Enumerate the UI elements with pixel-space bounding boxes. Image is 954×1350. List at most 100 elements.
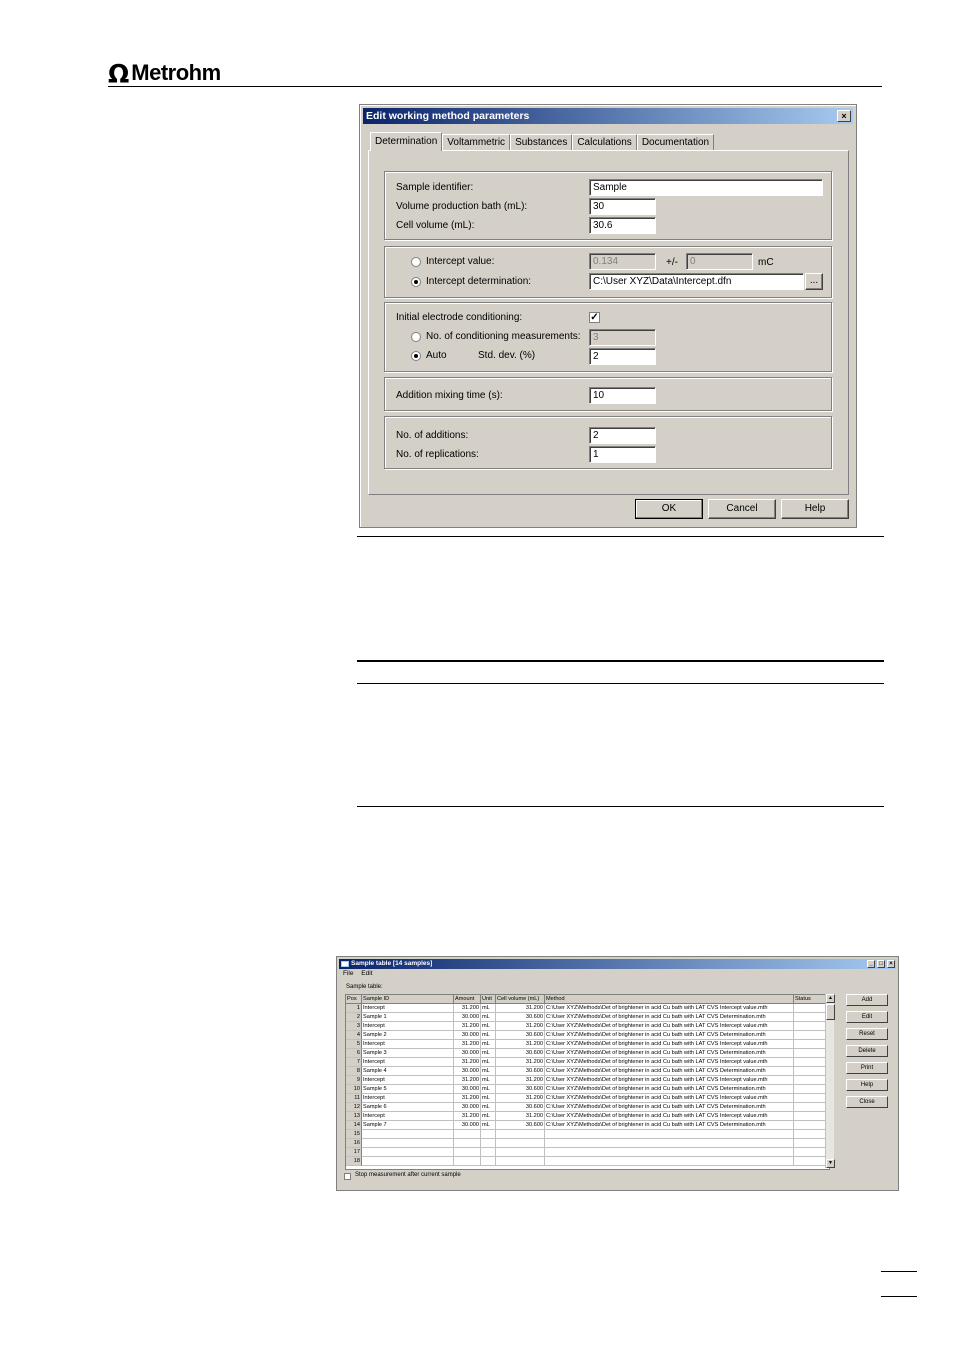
std-dev-input[interactable]: 2 <box>589 348 656 365</box>
no-conditioning-input[interactable]: 3 <box>589 329 656 346</box>
table-row[interactable]: 12 Sample 6 30.000 mL 30.600 C:\User XYZ\Meth… <box>346 1103 829 1112</box>
intercept-value-radio[interactable] <box>411 257 421 267</box>
minimize-icon[interactable]: _ <box>867 960 875 968</box>
tab-substances[interactable]: Substances <box>510 134 573 151</box>
table-header-row[interactable]: Pos Sample ID Amount Unit Cell volume (mL) Me… <box>346 995 829 1004</box>
table-row[interactable]: 10 Sample 5 30.000 mL 30.600 C:\User XYZ\Meth… <box>346 1085 829 1094</box>
no-replications-input[interactable]: 1 <box>589 446 656 463</box>
scroll-thumb[interactable] <box>826 1004 835 1020</box>
volume-bath-input[interactable]: 30 <box>589 198 656 215</box>
close-icon[interactable]: × <box>887 960 895 968</box>
cell-unit: mL <box>481 1013 496 1022</box>
close-icon[interactable]: × <box>837 110 851 122</box>
cell-sample-id: Sample 6 <box>362 1103 454 1112</box>
table-row[interactable]: 17 <box>346 1148 829 1157</box>
table-row[interactable]: 15 <box>346 1130 829 1139</box>
table-row[interactable]: 16 <box>346 1139 829 1148</box>
cell-pos: 5 <box>346 1040 362 1049</box>
print-button[interactable]: Print <box>846 1062 888 1074</box>
cell-amount: 30.000 <box>454 1121 481 1130</box>
column-header-status[interactable]: Status <box>794 995 829 1004</box>
table-row[interactable]: 7 Intercept 31.200 mL 31.200 C:\User XYZ\Meth… <box>346 1058 829 1067</box>
intercept-determination-radio[interactable] <box>411 277 421 287</box>
table-row[interactable]: 18 <box>346 1157 829 1166</box>
cell-amount <box>454 1157 481 1166</box>
rule-2 <box>357 660 884 662</box>
cell-unit: mL <box>481 1094 496 1103</box>
table-row[interactable]: 13 Intercept 31.200 mL 31.200 C:\User XYZ\Met… <box>346 1112 829 1121</box>
column-header-pos[interactable]: Pos <box>346 995 362 1004</box>
column-header-amount[interactable]: Amount <box>454 995 481 1004</box>
cell-unit <box>481 1148 496 1157</box>
column-header-sample-id[interactable]: Sample ID <box>362 995 454 1004</box>
no-conditioning-radio[interactable] <box>411 332 421 342</box>
addition-mixing-input[interactable]: 10 <box>589 387 656 404</box>
vertical-scrollbar[interactable]: ▲ ▼ <box>825 994 835 1168</box>
cell-pos: 1 <box>346 1004 362 1013</box>
tab-calculations[interactable]: Calculations <box>572 134 637 151</box>
browse-button[interactable]: ... <box>805 273 823 290</box>
column-header-cell-volume[interactable]: Cell volume (mL) <box>496 995 545 1004</box>
cell-status <box>794 1049 829 1058</box>
reset-button[interactable]: Reset <box>846 1028 888 1040</box>
table-help-button[interactable]: Help <box>846 1079 888 1091</box>
tab-determination[interactable]: Determination <box>370 132 443 151</box>
column-header-method[interactable]: Method <box>545 995 794 1004</box>
table-row[interactable]: 5 Intercept 31.200 mL 31.200 C:\User XYZ\Meth… <box>346 1040 829 1049</box>
table-row[interactable]: 8 Sample 4 30.000 mL 30.600 C:\User XYZ\Metho… <box>346 1067 829 1076</box>
scroll-down-icon[interactable]: ▼ <box>826 1159 835 1168</box>
table-row[interactable]: 9 Intercept 31.200 mL 31.200 C:\User XYZ\Meth… <box>346 1076 829 1085</box>
cell-status <box>794 1085 829 1094</box>
scroll-up-icon[interactable]: ▲ <box>826 994 835 1003</box>
delete-button[interactable]: Delete <box>846 1045 888 1057</box>
maximize-icon[interactable]: □ <box>877 960 885 968</box>
table-row[interactable]: 1 Intercept 31.200 mL 31.200 C:\User XYZ\Meth… <box>346 1004 829 1013</box>
sample-identifier-input[interactable]: Sample <box>589 179 823 196</box>
stop-measurement-checkbox[interactable] <box>344 1173 351 1180</box>
tab-voltammetric[interactable]: Voltammetric <box>442 134 511 151</box>
mc-unit-label: mC <box>758 257 774 268</box>
auto-radio[interactable] <box>411 351 421 361</box>
add-button[interactable]: Add <box>846 994 888 1006</box>
cell-cell-volume: 30.600 <box>496 1103 545 1112</box>
volume-bath-label: Volume production bath (mL): <box>396 201 528 212</box>
edit-button[interactable]: Edit <box>846 1011 888 1023</box>
table-row[interactable]: 2 Sample 1 30.000 mL 30.600 C:\User XYZ\Metho… <box>346 1013 829 1022</box>
cell-amount: 31.200 <box>454 1112 481 1121</box>
ok-button[interactable]: OK <box>635 499 703 519</box>
cancel-button[interactable]: Cancel <box>708 499 776 519</box>
cell-sample-id: Sample 2 <box>362 1031 454 1040</box>
cell-cell-volume: 30.600 <box>496 1013 545 1022</box>
table-row[interactable]: 3 Intercept 31.200 mL 31.200 C:\User XYZ\Meth… <box>346 1022 829 1031</box>
std-dev-label: Std. dev. (%) <box>478 350 536 361</box>
tab-documentation[interactable]: Documentation <box>636 134 715 151</box>
help-button[interactable]: Help <box>781 499 849 519</box>
table-close-button[interactable]: Close <box>846 1096 888 1108</box>
table-row[interactable]: 4 Sample 2 30.000 mL 30.600 C:\User XYZ\Metho… <box>346 1031 829 1040</box>
cell-method: C:\User XYZ\Methods\Det of brightener in… <box>545 1022 794 1031</box>
table-row[interactable]: 11 Intercept 31.200 mL 31.200 C:\User XYZ\Met… <box>346 1094 829 1103</box>
cell-sample-id <box>362 1130 454 1139</box>
cell-volume-input[interactable]: 30.6 <box>589 217 656 234</box>
intercept-deviation-input[interactable]: 0 <box>686 253 753 270</box>
table-row[interactable]: 6 Sample 3 30.000 mL 30.600 C:\User XYZ\Metho… <box>346 1049 829 1058</box>
intercept-determination-input[interactable]: C:\User XYZ\Data\Intercept.dfn <box>589 273 804 290</box>
cell-method: C:\User XYZ\Methods\Det of brightener in… <box>545 1049 794 1058</box>
cell-unit <box>481 1139 496 1148</box>
menu-edit[interactable]: Edit <box>361 970 372 977</box>
cell-amount: 30.000 <box>454 1103 481 1112</box>
no-additions-input[interactable]: 2 <box>589 427 656 444</box>
cell-amount <box>454 1130 481 1139</box>
cell-method: C:\User XYZ\Methods\Det of brightener in… <box>545 1121 794 1130</box>
cell-status <box>794 1040 829 1049</box>
cell-sample-id: Intercept <box>362 1094 454 1103</box>
menu-file[interactable]: File <box>343 970 353 977</box>
column-header-unit[interactable]: Unit <box>481 995 496 1004</box>
table-row[interactable]: 14 Sample 7 30.000 mL 30.600 C:\User XYZ\Meth… <box>346 1121 829 1130</box>
intercept-value-input[interactable]: 0.134 <box>589 253 656 270</box>
cell-cell-volume: 30.600 <box>496 1067 545 1076</box>
initial-conditioning-checkbox[interactable]: ✓ <box>589 312 600 323</box>
cell-status <box>794 1022 829 1031</box>
cell-status <box>794 1067 829 1076</box>
cell-method <box>545 1130 794 1139</box>
